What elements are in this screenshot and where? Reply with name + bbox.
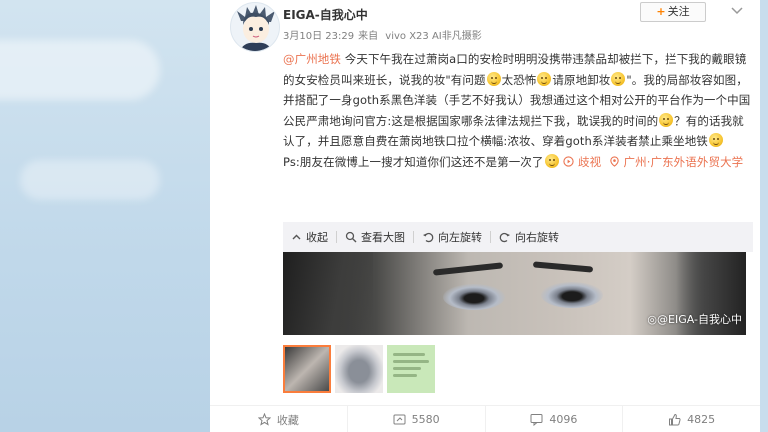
thumbnail-text-screenshot[interactable] bbox=[387, 345, 435, 393]
avatar[interactable] bbox=[230, 2, 280, 52]
photo-hair-left bbox=[283, 252, 373, 335]
location-link[interactable]: 广州·广东外语外贸大学 bbox=[609, 155, 744, 169]
page-background-right bbox=[760, 0, 768, 432]
location-pin-icon bbox=[610, 155, 619, 167]
comment-icon bbox=[530, 414, 543, 426]
photo-eyebrow-left bbox=[432, 262, 504, 276]
post-text-part-6: Ps:朋友在微博上一搜才知道你们这还不是第一次了 bbox=[283, 154, 544, 169]
post-text-part-3: 请原地卸妆 bbox=[552, 72, 611, 87]
post-meta: 3月10日 23:29 来自 vivo X23 AI非凡摄影 bbox=[283, 27, 486, 42]
thumbnail-text-line bbox=[393, 353, 425, 356]
video-icon bbox=[563, 155, 574, 167]
video-link[interactable]: 歧视 bbox=[563, 155, 601, 169]
post-action-bar: 收藏 5580 4096 4825 bbox=[210, 405, 760, 432]
view-large-button-label: 查看大图 bbox=[361, 231, 405, 244]
smile-emoji-icon bbox=[486, 71, 501, 86]
smile-emoji-icon bbox=[544, 153, 559, 168]
follow-button-label: 关注 bbox=[667, 5, 690, 18]
like-count: 4825 bbox=[687, 413, 716, 426]
thumbs-up-icon bbox=[669, 413, 681, 426]
rotate-right-button[interactable]: 向右旋转 bbox=[491, 229, 567, 245]
comment-count: 4096 bbox=[549, 413, 578, 426]
image-watermark-text: @EIGA-自我心中 bbox=[657, 313, 742, 326]
page-background-left bbox=[0, 0, 210, 432]
image-watermark: ◎@EIGA-自我心中 bbox=[647, 311, 742, 327]
favorite-button[interactable]: 收藏 bbox=[210, 406, 348, 432]
like-button[interactable]: 4825 bbox=[623, 406, 760, 432]
main-photo[interactable]: ◎@EIGA-自我心中 bbox=[283, 252, 746, 335]
image-toolbar: 收起 查看大图 向左旋转 向右旋转 bbox=[283, 222, 753, 252]
magnifier-icon bbox=[345, 231, 357, 243]
view-large-button[interactable]: 查看大图 bbox=[337, 229, 413, 245]
smile-emoji-icon bbox=[708, 133, 723, 147]
weibo-post-card: EIGA-自我心中 3月10日 23:29 来自 vivo X23 AI非凡摄影 … bbox=[210, 0, 760, 432]
star-icon bbox=[257, 413, 271, 426]
collapse-button[interactable]: 收起 bbox=[283, 229, 336, 245]
repost-count: 5580 bbox=[411, 413, 440, 426]
source-device[interactable]: vivo X23 AI非凡摄影 bbox=[385, 31, 481, 42]
rotate-right-icon bbox=[499, 232, 510, 243]
weibo-logo-icon: ◎ bbox=[647, 313, 658, 326]
favorite-label: 收藏 bbox=[276, 413, 299, 427]
plus-icon: + bbox=[656, 5, 666, 18]
follow-button[interactable]: + 关注 bbox=[640, 2, 706, 22]
thumbnail-text-line bbox=[393, 360, 429, 363]
chevron-down-icon[interactable] bbox=[730, 4, 744, 18]
video-link-label: 歧视 bbox=[578, 154, 602, 169]
thumbnail-lip-makeup[interactable] bbox=[335, 345, 383, 393]
smile-emoji-icon bbox=[659, 112, 674, 127]
photo-eye-right bbox=[541, 282, 603, 308]
mention-link[interactable]: @广州地铁 bbox=[283, 52, 341, 66]
smile-emoji-icon bbox=[611, 71, 626, 86]
photo-eye-left bbox=[443, 284, 505, 310]
collapse-button-label: 收起 bbox=[306, 231, 328, 244]
post-text: @广州地铁 今天下午我在过萧岗a口的安检时明明没携带违禁品却被拦下，拦下我的戴眼… bbox=[283, 49, 753, 172]
thumbnail-text-line bbox=[393, 374, 417, 377]
post-text-part-2: 太恐怖 bbox=[501, 72, 537, 87]
thumbnail-text-line bbox=[393, 367, 421, 370]
smile-emoji-icon bbox=[537, 71, 552, 86]
source-prefix: 来自 bbox=[358, 31, 379, 42]
thumbnail-eye-makeup[interactable] bbox=[283, 345, 331, 393]
avatar-illustration bbox=[231, 3, 279, 51]
comment-button[interactable]: 4096 bbox=[486, 406, 624, 432]
repost-button[interactable]: 5580 bbox=[348, 406, 486, 432]
author-name[interactable]: EIGA-自我心中 bbox=[283, 6, 368, 23]
photo-eyebrow-right bbox=[532, 261, 594, 273]
rotate-left-icon bbox=[423, 232, 434, 243]
repost-icon bbox=[393, 414, 406, 425]
collapse-arrow-icon bbox=[292, 234, 301, 239]
location-link-label: 广州·广东外语外贸大学 bbox=[623, 154, 744, 169]
rotate-right-button-label: 向右旋转 bbox=[515, 231, 559, 244]
rotate-left-button[interactable]: 向左旋转 bbox=[414, 229, 490, 245]
rotate-left-button-label: 向左旋转 bbox=[438, 231, 482, 244]
post-date[interactable]: 3月10日 23:29 bbox=[283, 31, 354, 42]
